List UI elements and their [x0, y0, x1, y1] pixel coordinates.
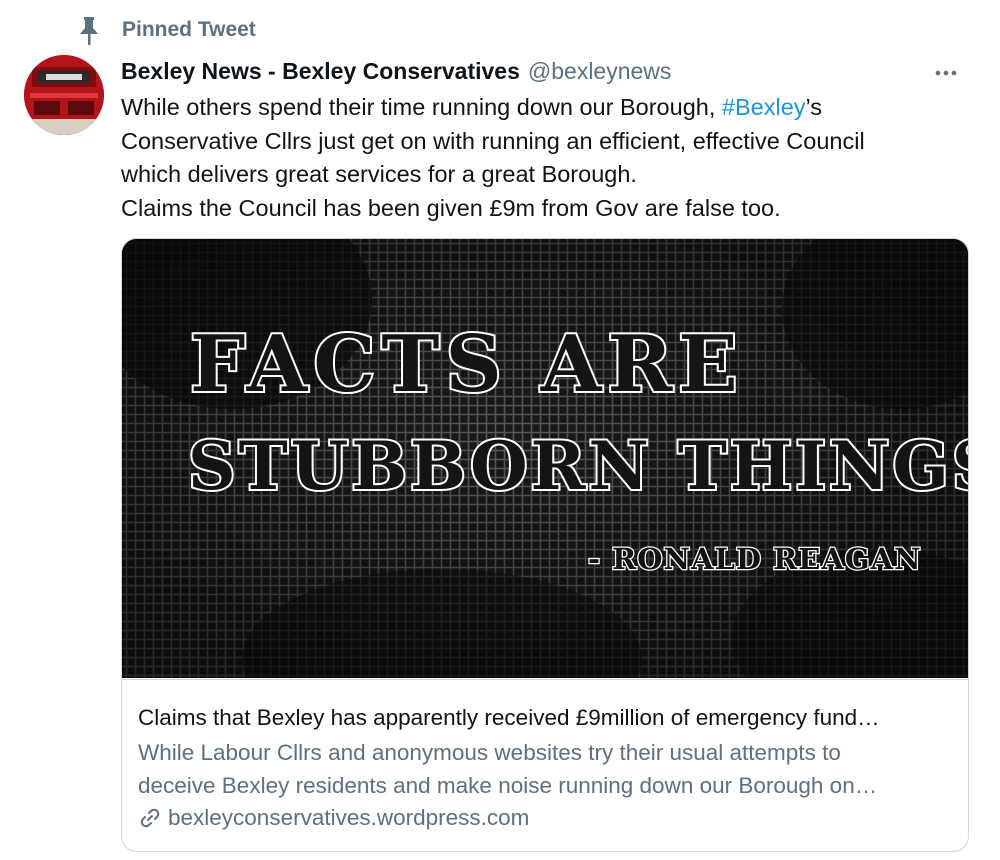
card-title: Claims that Bexley has apparently receiv… — [138, 705, 880, 730]
pinned-tweet-indicator: Pinned Tweet — [78, 14, 256, 48]
tweet-text: While others spend their time running do… — [121, 91, 971, 225]
card-body[interactable]: Claims that Bexley has apparently receiv… — [122, 679, 968, 831]
pinned-tweet-label: Pinned Tweet — [122, 18, 256, 41]
link-preview-card[interactable]: FACTS ARE STUBBORN THINGS. - RONALD REAG… — [121, 238, 969, 852]
tweet-text-line-4: Claims the Council has been given £9m fr… — [121, 194, 781, 221]
pin-icon — [78, 16, 100, 46]
tweet-text-line-1: While others spend their time running do… — [121, 91, 971, 125]
tweet-text-line-2: Conservative Cllrs just get on with runn… — [121, 127, 865, 154]
tweet-text-line-3: which delivers great services for a grea… — [121, 161, 637, 187]
tweet-header: Bexley News - Bexley Conservatives @bexl… — [121, 58, 970, 90]
hashtag-link[interactable]: #Bexley — [722, 94, 806, 120]
card-description-line: While Labour Cllrs and anonymous website… — [138, 740, 841, 765]
card-image[interactable]: FACTS ARE STUBBORN THINGS. - RONALD REAG… — [122, 239, 968, 678]
image-quote-line-1: FACTS ARE — [188, 317, 744, 412]
author-name[interactable]: Bexley News - Bexley Conservatives — [121, 58, 520, 85]
tweet-text-segment: ’s — [805, 94, 823, 120]
card-domain: bexleyconservatives.wordpress.com — [138, 805, 952, 831]
image-quote-line-2: STUBBORN THINGS. — [186, 425, 968, 507]
tweet-text-segment: While others spend their time running do… — [121, 94, 722, 120]
card-domain-text: bexleyconservatives.wordpress.com — [168, 805, 530, 830]
avatar[interactable] — [24, 55, 104, 135]
link-icon — [138, 806, 162, 830]
author-handle[interactable]: @bexleynews — [528, 58, 672, 85]
more-options-icon — [935, 63, 957, 81]
card-description: While Labour Cllrs and anonymous website… — [138, 736, 952, 802]
more-options-button[interactable] — [928, 58, 964, 86]
card-description-line: deceive Bexley residents and make noise … — [138, 773, 878, 798]
image-quote-attribution: - RONALD REAGAN — [587, 541, 922, 578]
